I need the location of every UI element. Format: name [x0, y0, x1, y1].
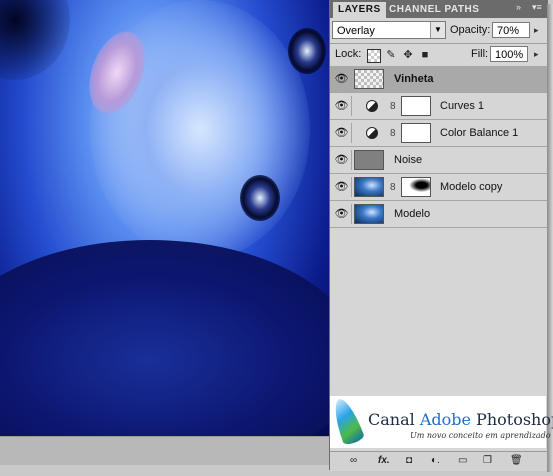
photo-top-left-dark	[0, 0, 70, 80]
curves-adjustment-icon	[366, 100, 378, 112]
chain-link-icon[interactable]: 8	[390, 101, 396, 112]
lock-transparent-icon[interactable]	[367, 49, 381, 63]
layer-thumbnail	[354, 177, 384, 197]
watermark-word-canal: Canal	[368, 410, 420, 429]
group-icon[interactable]: ▭	[458, 455, 467, 466]
layer-name[interactable]: Vinheta	[394, 66, 434, 93]
layer-mask-thumbnail	[401, 123, 431, 143]
feather-logo-icon	[328, 395, 366, 447]
layer-mask-thumbnail	[401, 96, 431, 116]
photo-eye-upper	[288, 28, 326, 74]
watermark-word-photoshop: Photoshop	[470, 410, 553, 429]
chain-link-icon[interactable]: 8	[390, 128, 396, 139]
opacity-arrow-icon[interactable]: ▸	[534, 25, 539, 36]
lock-brush-icon[interactable]: ✎	[385, 49, 397, 61]
fill-input[interactable]: 100%	[490, 46, 528, 62]
divider	[330, 43, 548, 44]
lock-label: Lock:	[335, 48, 362, 60]
link-icon[interactable]: ∞	[350, 455, 357, 466]
layer-mask-thumbnail	[401, 177, 431, 197]
fill-arrow-icon[interactable]: ▸	[534, 49, 539, 60]
layer-thumbnail	[354, 204, 384, 224]
panel-menu-icon[interactable]: ▾≡	[532, 2, 542, 13]
lock-move-icon[interactable]: ✥	[402, 49, 414, 61]
fill-label: Fill:	[471, 48, 489, 60]
blend-mode-value: Overlay	[337, 25, 375, 37]
tab-layers[interactable]: LAYERS	[333, 2, 386, 18]
eye-icon[interactable]: 👁	[332, 96, 352, 116]
watermark-title: Canal Adobe Photoshop	[368, 410, 553, 429]
layer-row-modelo-copy[interactable]: 👁 8 Modelo copy	[330, 174, 548, 201]
layer-name[interactable]: Noise	[394, 147, 422, 174]
layer-name[interactable]: Color Balance 1	[440, 120, 518, 147]
chevron-down-icon[interactable]: ▼	[430, 22, 445, 38]
layer-name[interactable]: Modelo copy	[440, 174, 502, 201]
document-canvas[interactable]	[0, 0, 329, 436]
fx-icon[interactable]: fx.	[378, 455, 390, 466]
opacity-label: Opacity:	[450, 24, 491, 36]
layer-thumbnail	[354, 69, 384, 89]
eye-icon[interactable]: 👁	[332, 123, 352, 143]
layers-footer-toolbar: ∞ fx. ◘ ◐. ▭ ❐ 🗑	[330, 451, 548, 471]
layer-name[interactable]: Curves 1	[440, 93, 484, 120]
tab-channel-paths[interactable]: CHANNEL PATHS	[384, 2, 484, 18]
layer-row-curves[interactable]: 👁 8 Curves 1	[330, 93, 548, 120]
panel-tab-bar: LAYERS CHANNEL PATHS » ▾≡	[330, 0, 548, 18]
layer-row-noise[interactable]: 👁 Noise	[330, 147, 548, 174]
layer-row-vinheta[interactable]: 👁 Vinheta	[330, 66, 548, 93]
photo-hair-shadow	[0, 240, 329, 436]
panel-edge-shadow	[547, 4, 553, 472]
trash-icon[interactable]: 🗑	[510, 455, 523, 466]
collapse-icon[interactable]: »	[516, 2, 521, 12]
blend-opacity-row: Overlay ▼ Opacity: 70% ▸	[332, 21, 544, 41]
eye-icon[interactable]: 👁	[332, 150, 352, 170]
layer-row-color-balance[interactable]: 👁 8 Color Balance 1	[330, 120, 548, 147]
eye-icon[interactable]: 👁	[332, 69, 352, 89]
canvas-status-area	[0, 436, 329, 465]
eye-icon[interactable]: 👁	[332, 177, 352, 197]
layer-name[interactable]: Modelo	[394, 201, 430, 228]
adjustment-icon[interactable]: ◐.	[431, 455, 440, 466]
photo-eye-lower	[240, 175, 280, 221]
chain-link-icon[interactable]: 8	[390, 182, 396, 193]
layers-list: 👁 Vinheta 👁 8 Curves 1 👁 8 Color Balance…	[330, 66, 548, 451]
layer-thumbnail	[354, 150, 384, 170]
layer-row-modelo[interactable]: 👁 Modelo	[330, 201, 548, 228]
new-layer-icon[interactable]: ❐	[483, 455, 492, 466]
watermark-word-adobe: Adobe	[419, 410, 471, 429]
watermark-subtitle: Um novo conceito em aprendizado	[410, 431, 551, 440]
eye-icon[interactable]: 👁	[332, 204, 352, 224]
canal-adobe-photoshop-watermark: Canal Adobe Photoshop Um novo conceito e…	[328, 395, 553, 448]
mask-icon[interactable]: ◘	[406, 455, 412, 466]
blend-mode-select[interactable]: Overlay ▼	[332, 21, 446, 39]
color-balance-adjustment-icon	[366, 127, 378, 139]
lock-all-icon[interactable]: ■	[419, 49, 431, 61]
opacity-input[interactable]: 70%	[492, 22, 530, 38]
